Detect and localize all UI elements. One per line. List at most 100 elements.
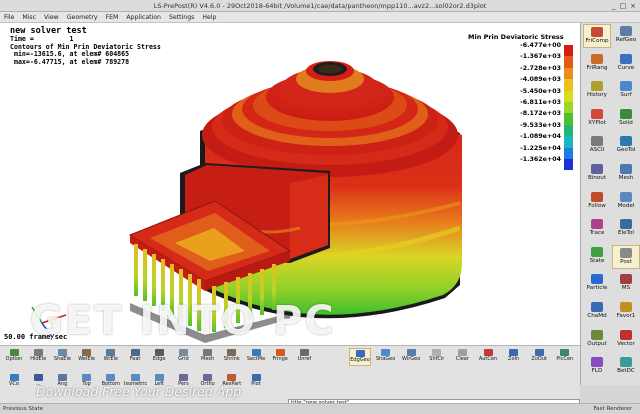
panel-button-label: Output [587, 340, 607, 347]
shaele-icon [57, 349, 67, 356]
panel-button-label: Favor1 [616, 313, 636, 319]
panel-button-fld[interactable]: FLD [583, 355, 611, 379]
panel-button-label: FriComp [585, 38, 609, 44]
pers-icon [178, 374, 188, 381]
panel-button-solid[interactable]: Solid [612, 107, 640, 131]
panel-button-ms[interactable]: MS [612, 272, 640, 296]
menu-view[interactable]: View [40, 12, 63, 22]
toolbar-button-hidele[interactable]: HidEle [27, 348, 49, 366]
xyplot-icon [591, 108, 603, 119]
toolbar-button-unref[interactable]: Unref [293, 348, 315, 366]
toolbar-button-shageo[interactable]: ShaGeo [375, 348, 397, 366]
grid-icon [178, 349, 188, 356]
toolbar-button-feat[interactable]: Feat [124, 348, 146, 366]
favor-icon [620, 302, 632, 312]
graphics-viewport[interactable]: new solver test Time = 1 Contours of Min… [0, 23, 580, 345]
toolbar-button-edggeo[interactable]: EdgGeo [349, 348, 371, 366]
panel-button-label: XYPlot [588, 119, 606, 126]
toolbar-button-wrele[interactable]: WrEle [100, 348, 122, 366]
panel-button-binout[interactable]: Binout [583, 162, 611, 186]
toolbar-button-wirgeo[interactable]: WirGeo [400, 348, 422, 366]
toolbar-button-mesh[interactable]: Mesh [197, 348, 219, 366]
panel-button-xyplot[interactable]: XYPlot [583, 107, 611, 131]
toolbar-button-piccen[interactable]: PicCen [554, 348, 576, 366]
menu-settings[interactable]: Settings [165, 12, 198, 22]
panel-button-ascii[interactable]: ASCII [583, 134, 611, 158]
panel-button-frirang[interactable]: FriRang [583, 52, 611, 76]
model-icon [620, 191, 632, 202]
toolbar-button-clear[interactable]: Clear [451, 348, 473, 366]
post-icon [620, 247, 632, 258]
panel-button-output[interactable]: Output [583, 328, 611, 352]
menu-geometry[interactable]: Geometry [63, 12, 102, 22]
legend-color-swatch [564, 147, 573, 159]
panel-button-label: BetDC [617, 368, 635, 375]
panel-button-post[interactable]: Post [612, 244, 640, 269]
legend-entry-label: -1.362e+04 [520, 155, 561, 163]
panel-button-chamd[interactable]: ChaMd [583, 300, 611, 324]
follow-icon [591, 191, 603, 202]
panel-button-mesh[interactable]: Mesh [612, 162, 640, 186]
toolbar-button-label: ShaGeo [375, 356, 396, 362]
minimize-button[interactable]: _ [612, 1, 616, 11]
legend-color-swatch [564, 90, 573, 102]
fringe-legend: -6.477e+00 -1.367e+03 -2.728e+03 -4.089e+03… [508, 42, 573, 171]
menu-fem[interactable]: FEM [102, 12, 123, 22]
binout-icon [591, 164, 603, 174]
panel-button-label: Curve [617, 64, 635, 71]
toolbar-button-shaele[interactable]: ShaEle [51, 348, 73, 366]
status-bar: Previous State Fast Renderer [0, 403, 640, 414]
unref-icon [299, 349, 309, 356]
toolbar-button-shrink[interactable]: Shrink [221, 348, 243, 366]
legend-color-swatch [564, 136, 573, 148]
toolbar-button-vco[interactable]: VCo [3, 373, 25, 391]
panel-button-geotol[interactable]: GeoTol [612, 134, 640, 158]
solid-icon [620, 108, 632, 119]
toolbar-button-fringe[interactable]: Fringe [269, 348, 291, 366]
panel-button-eletol[interactable]: EleTol [612, 217, 640, 241]
toolbar-button-label: SectMe [246, 356, 266, 362]
panel-button-surf[interactable]: Surf [612, 79, 640, 103]
panel-button-fricomp[interactable]: FriComp [583, 24, 611, 48]
panel-button-history[interactable]: History [583, 79, 611, 103]
panel-button-trace[interactable]: Trace [583, 217, 611, 241]
toolbar-button-label: Fringe [272, 356, 288, 362]
menu-help[interactable]: Help [198, 12, 220, 22]
menu-misc[interactable]: Misc [18, 12, 40, 22]
panel-button-particle[interactable]: Particle [583, 272, 611, 296]
panel-button-label: ASCII [589, 147, 605, 154]
window-title: LS-PrePost(R) V4.6.0 - 29Oct2018-64bit /… [153, 2, 487, 10]
maximize-button[interactable]: □ [620, 1, 627, 11]
toolbar-button-plot[interactable]: Plot [245, 373, 267, 391]
toolbar-button-zoout[interactable]: ZoOut [528, 348, 550, 366]
panel-button-curve[interactable]: Curve [612, 52, 640, 76]
panel-button-vector[interactable]: Vector [612, 328, 640, 352]
toolbar-button-shfclr[interactable]: ShfClr [426, 348, 448, 366]
panel-button-state[interactable]: State [583, 245, 611, 269]
toolbar-button-sectme[interactable]: SectMe [245, 348, 267, 366]
watermark-logo-text: GET INTO PC [30, 298, 336, 344]
panel-button-follow[interactable]: Follow [583, 190, 611, 214]
panel-button-model[interactable]: Model [612, 190, 640, 214]
panel-button-favor1[interactable]: Favor1 [612, 300, 640, 324]
zoom-in-icon [509, 349, 519, 356]
toolbar-button-zoin[interactable]: ZoIn [503, 348, 525, 366]
menu-application[interactable]: Application [122, 12, 165, 22]
legend-entry-label: -8.172e+03 [520, 110, 561, 118]
legend-entry-label: -1.367e+03 [520, 53, 561, 61]
panel-button-refgeo[interactable]: RefGeo [612, 24, 640, 48]
panel-button-label: ChaMd [587, 313, 607, 319]
toolbar-button-welele[interactable]: WelEle [76, 348, 98, 366]
toolbar-button-label: ZoOut [531, 356, 547, 362]
panel-button-betdc[interactable]: BetDC [612, 355, 640, 379]
toolbar-button-edge[interactable]: Edge [148, 348, 170, 366]
menu-file[interactable]: File [0, 12, 18, 22]
toolbar-button-option[interactable]: Option [3, 348, 25, 366]
toolbar-button-autcen[interactable]: AutCen [477, 348, 499, 366]
toolbar-button-label: Clear [455, 356, 469, 362]
toolbar-button-grid[interactable]: Grid [172, 348, 194, 366]
ang-icon [57, 374, 67, 381]
close-button[interactable]: × [630, 1, 636, 11]
panel-button-label: MS [621, 285, 631, 292]
legend-entry-label: -2.728e+03 [520, 64, 561, 72]
